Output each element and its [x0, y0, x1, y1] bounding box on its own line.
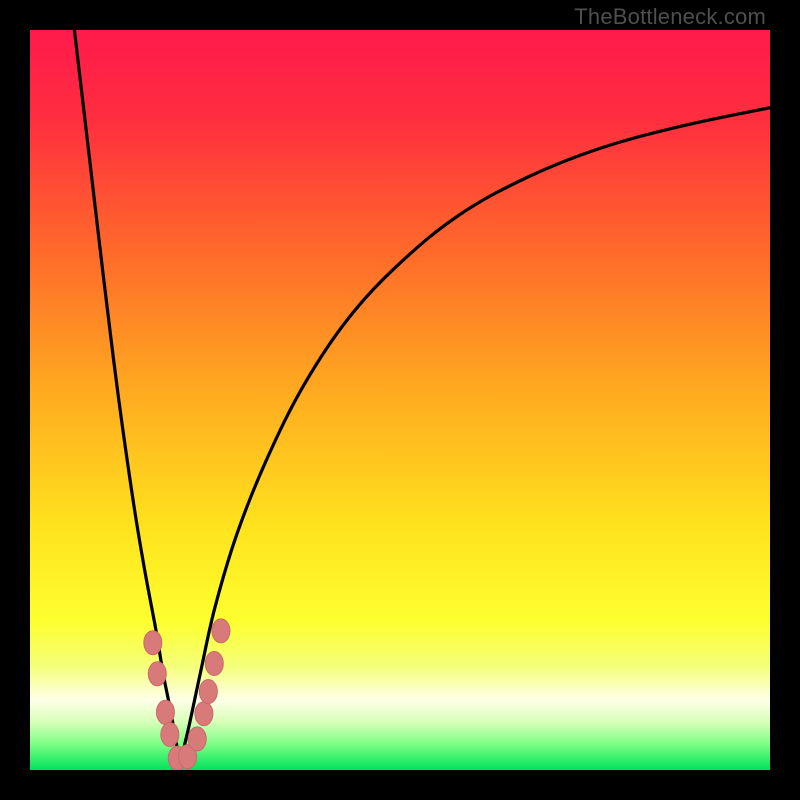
data-marker: [205, 651, 223, 675]
data-marker: [156, 700, 174, 724]
data-marker: [199, 680, 217, 704]
watermark-text: TheBottleneck.com: [574, 4, 766, 30]
chart-frame: TheBottleneck.com: [0, 0, 800, 800]
data-marker: [161, 722, 179, 746]
data-marker: [148, 662, 166, 686]
marker-group: [144, 619, 230, 770]
right-branch-curve: [180, 108, 770, 763]
data-marker: [195, 702, 213, 726]
left-branch-curve: [74, 30, 180, 763]
data-marker: [144, 631, 162, 655]
plot-area: [30, 30, 770, 770]
data-marker: [188, 727, 206, 751]
data-marker: [212, 619, 230, 643]
curve-layer: [30, 30, 770, 770]
